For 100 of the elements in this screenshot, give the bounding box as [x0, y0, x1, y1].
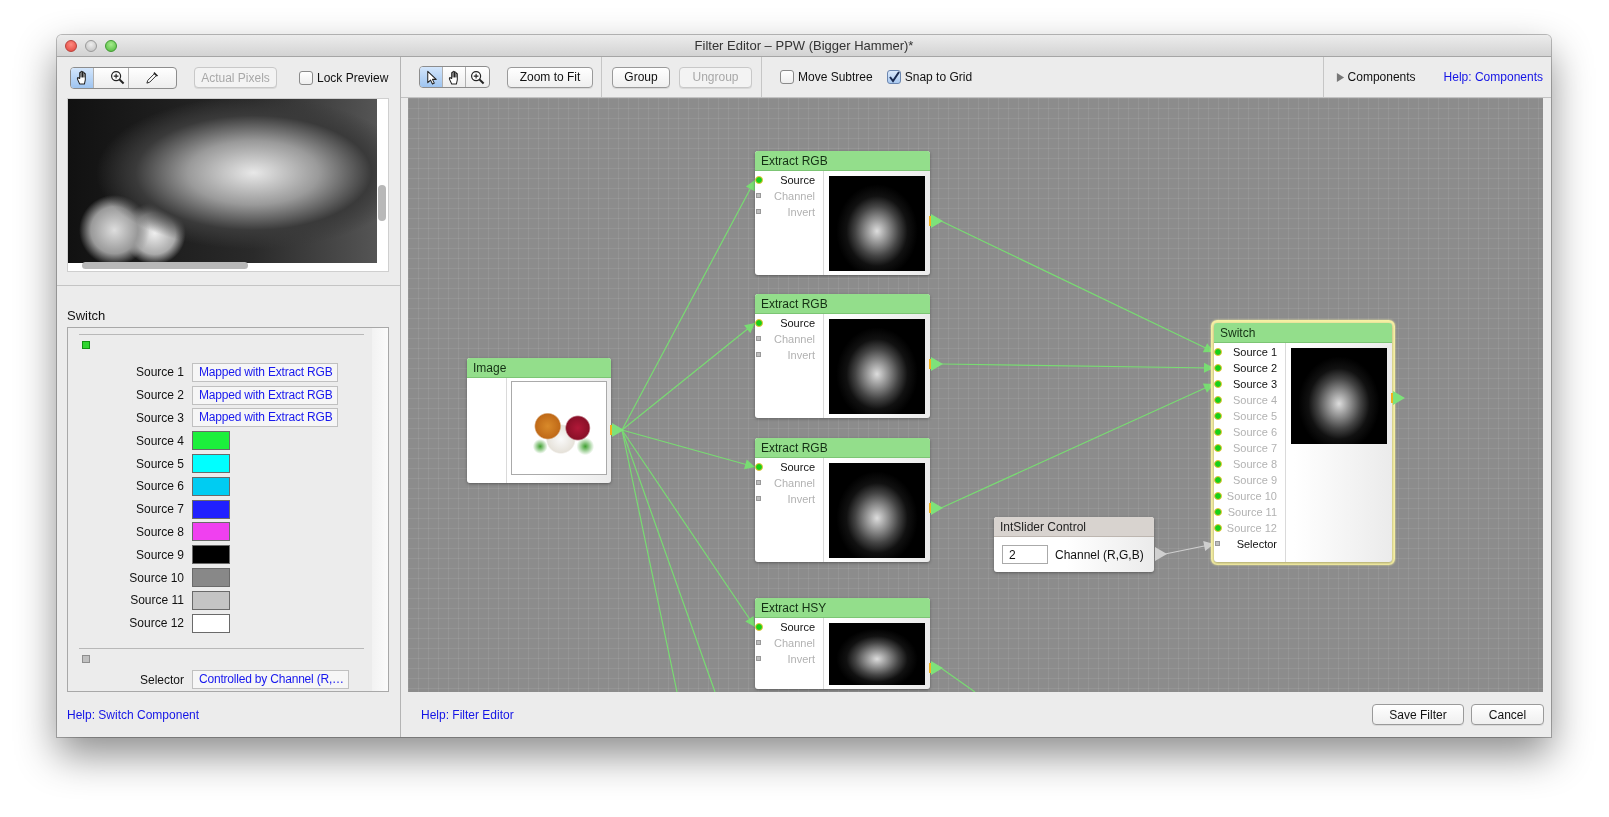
toolbar-button[interactable]: Group	[612, 66, 670, 88]
output-port-icon[interactable]	[1391, 391, 1405, 405]
checkbox-label: Move Subtree	[798, 70, 873, 84]
port-label: Source 10	[1226, 490, 1277, 502]
color-swatch[interactable]	[192, 499, 230, 519]
connector-line	[940, 667, 976, 692]
minimize-icon[interactable]	[85, 39, 97, 52]
value-field[interactable]: 2	[1002, 545, 1048, 564]
field-label: Source 11	[129, 593, 184, 608]
mapping-field[interactable]: Mapped with Extract RGB	[192, 362, 338, 382]
field-label: Source 8	[134, 524, 184, 539]
port-icon[interactable]	[755, 463, 763, 471]
output-port-icon[interactable]	[929, 661, 943, 675]
mapping-field[interactable]: Mapped with Extract RGB	[192, 408, 338, 428]
checkbox[interactable]	[886, 70, 901, 84]
port-label: Channel	[774, 637, 815, 649]
dialog-button[interactable]: Cancel	[1471, 704, 1544, 725]
port-label: Source	[780, 317, 815, 329]
node-title: Switch	[1214, 323, 1392, 343]
checkbox[interactable]	[299, 70, 313, 85]
port-label: Source	[780, 174, 815, 186]
filter-node[interactable]: Extract RGB Source Channel Invert	[752, 148, 933, 278]
port-label: Source 12	[1226, 522, 1277, 534]
port-icon[interactable]	[756, 656, 761, 661]
port-icon[interactable]	[1215, 541, 1220, 546]
node-title: Extract RGB	[755, 294, 930, 314]
filter-node[interactable]: Extract RGB Source Channel Invert	[752, 291, 933, 421]
panel-title: Switch	[67, 308, 106, 323]
color-swatch[interactable]	[192, 522, 230, 542]
scrollbar-thumb[interactable]	[378, 185, 386, 221]
field-label: Source 10	[128, 570, 184, 585]
disclosure-triangle-icon[interactable]	[1335, 72, 1345, 82]
field-label: Source 3	[134, 411, 184, 425]
port-icon[interactable]	[755, 319, 763, 327]
field-label: Selector	[138, 672, 184, 687]
port-icon[interactable]	[756, 193, 761, 198]
help-link[interactable]: Help: Components	[1443, 70, 1543, 84]
color-swatch[interactable]	[192, 476, 230, 496]
output-port-icon[interactable]	[929, 501, 943, 515]
port-label: Invert	[787, 493, 815, 505]
node-title: IntSlider Control	[994, 517, 1154, 537]
field-label: Source 12	[128, 616, 184, 631]
close-icon[interactable]	[65, 39, 77, 52]
color-swatch[interactable]	[192, 431, 230, 451]
port-label: Invert	[787, 653, 815, 665]
node-title: Extract HSY	[755, 598, 930, 618]
port-label: Source 5	[1232, 410, 1277, 422]
port-icon[interactable]	[756, 352, 761, 357]
port-icon[interactable]	[756, 640, 761, 645]
port-icon[interactable]	[756, 336, 761, 341]
port-label: Source 11	[1227, 506, 1277, 518]
checkbox[interactable]	[780, 70, 794, 84]
port-icon[interactable]	[756, 496, 761, 501]
port-label: Source 3	[1232, 378, 1277, 390]
scrollbar-thumb[interactable]	[82, 262, 248, 269]
port-label: Channel	[774, 190, 815, 202]
checkbox-label: Snap to Grid	[904, 70, 973, 84]
port-label: Source 8	[1232, 458, 1277, 470]
port-label: Source 2	[1232, 362, 1277, 374]
filter-node[interactable]: Switch Source 1 Source 2 Source 3 Source 4 Source 5 Source 6 Source 7 Source 8 Source 9 Source 10 Source 11 Source 12 Selector	[1211, 320, 1395, 565]
control-node[interactable]: IntSlider Control 2 Channel (R,G,B)	[991, 514, 1157, 575]
port-icon[interactable]	[756, 209, 761, 214]
help-link[interactable]: Help: Filter Editor	[421, 707, 514, 722]
field-label: Source 4	[134, 433, 184, 448]
port-icon[interactable]	[756, 480, 761, 485]
control-label: Channel (R,G,B)	[1055, 547, 1144, 562]
color-swatch[interactable]	[192, 568, 230, 588]
port-icon[interactable]	[755, 176, 763, 184]
help-link[interactable]: Help: Switch Component	[67, 707, 200, 722]
node-title: Extract RGB	[755, 438, 930, 458]
output-port-icon[interactable]	[610, 423, 624, 437]
port-label: Source 4	[1232, 394, 1277, 406]
port-marker-icon	[82, 341, 90, 349]
toolbar-button[interactable]: Zoom to Fit	[507, 66, 593, 88]
field-label: Source 6	[134, 479, 184, 494]
image-node[interactable]: Image	[464, 355, 614, 486]
color-swatch[interactable]	[192, 613, 230, 633]
port-icon[interactable]	[755, 623, 763, 631]
port-label: Source 1	[1232, 346, 1277, 358]
node-title: Extract RGB	[755, 151, 930, 171]
port-label: Source 7	[1232, 442, 1277, 454]
dialog-button[interactable]: Save Filter	[1372, 704, 1464, 725]
filter-node[interactable]: Extract RGB Source Channel Invert	[752, 435, 933, 565]
color-swatch[interactable]	[192, 545, 230, 565]
output-port-icon[interactable]	[929, 214, 943, 228]
output-port-icon[interactable]	[1153, 547, 1167, 561]
port-label: Channel	[774, 333, 815, 345]
field-label: Source 7	[134, 502, 184, 517]
components-disclosure[interactable]: Components	[1335, 70, 1416, 84]
mapping-field[interactable]: Controlled by Channel (R,…	[192, 670, 349, 690]
port-label: Invert	[787, 349, 815, 361]
port-label: Source	[780, 621, 815, 633]
field-label: Source 2	[134, 388, 184, 403]
mapping-field[interactable]: Mapped with Extract RGB	[192, 385, 338, 405]
port-label: Invert	[787, 206, 815, 218]
color-swatch[interactable]	[192, 454, 230, 474]
filter-node[interactable]: Extract HSY Source Channel Invert	[752, 595, 933, 692]
field-label: Source 9	[134, 547, 184, 562]
output-port-icon[interactable]	[929, 357, 943, 371]
color-swatch[interactable]	[192, 590, 230, 610]
